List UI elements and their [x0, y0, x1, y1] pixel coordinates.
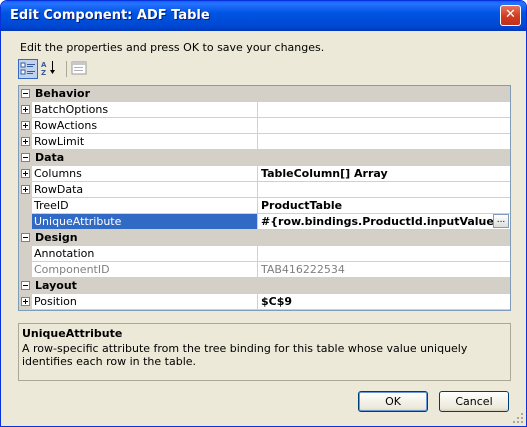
property-name-cell[interactable]: Columns — [32, 166, 258, 182]
property-name: RowActions — [34, 119, 98, 132]
categorized-button[interactable] — [18, 59, 38, 79]
row-gutter — [19, 262, 32, 278]
property-name-cell[interactable]: Annotation — [32, 246, 258, 262]
close-button[interactable]: ✕ — [500, 5, 521, 26]
property-name-cell[interactable]: Position — [32, 294, 258, 310]
expand-icon[interactable] — [21, 121, 30, 130]
property-name-cell[interactable]: UniqueAttribute — [32, 214, 258, 230]
property-row[interactable]: RowData — [19, 182, 510, 198]
category-label: Behavior — [35, 87, 91, 100]
property-name: Annotation — [34, 247, 95, 260]
collapse-icon[interactable] — [21, 233, 30, 242]
expand-icon[interactable] — [21, 137, 30, 146]
collapse-icon[interactable] — [21, 89, 30, 98]
property-value: ProductTable — [261, 199, 343, 212]
alphabetical-button[interactable]: A Z — [40, 59, 60, 79]
sort-alphabetical-icon: A Z — [41, 61, 55, 77]
property-name: UniqueAttribute — [34, 215, 122, 228]
cancel-button[interactable]: Cancel — [439, 391, 509, 412]
collapse-icon[interactable] — [21, 153, 30, 162]
description-panel: UniqueAttribute A row-specific attribute… — [18, 323, 511, 381]
resize-grip-icon[interactable] — [513, 413, 523, 423]
expand-icon[interactable] — [21, 105, 30, 114]
category-row[interactable]: Layout — [19, 278, 510, 294]
edit-component-dialog: Edit Component: ADF Table ✕ Edit the pro… — [0, 0, 527, 427]
property-value-cell: TAB416222534 — [258, 262, 510, 278]
property-name-cell[interactable]: TreeID — [32, 198, 258, 214]
row-gutter — [19, 246, 32, 262]
property-name: RowData — [34, 183, 84, 196]
close-icon: ✕ — [505, 7, 516, 22]
row-gutter — [19, 198, 32, 214]
property-value-cell[interactable] — [258, 102, 510, 118]
row-gutter — [19, 214, 32, 230]
property-value-cell[interactable] — [258, 246, 510, 262]
svg-text:A: A — [41, 61, 47, 69]
property-value-cell[interactable]: #{row.bindings.ProductId.inputValue}... — [258, 214, 510, 230]
property-row[interactable]: RowLimit — [19, 134, 510, 150]
svg-text:Z: Z — [41, 69, 46, 77]
toolbar-separator — [66, 61, 67, 77]
property-name: TreeID — [34, 199, 69, 212]
property-row[interactable]: UniqueAttribute #{row.bindings.ProductId.… — [19, 214, 510, 230]
property-name-cell[interactable]: RowLimit — [32, 134, 258, 150]
property-row[interactable]: Annotation — [19, 246, 510, 262]
description-text: A row-specific attribute from the tree b… — [22, 342, 468, 368]
collapse-icon[interactable] — [21, 281, 30, 290]
ellipsis-button[interactable]: ... — [493, 214, 509, 228]
property-row[interactable]: RowActions — [19, 118, 510, 134]
property-pages-button[interactable] — [70, 59, 90, 79]
expand-icon[interactable] — [21, 169, 30, 178]
property-row[interactable]: TreeID ProductTable — [19, 198, 510, 214]
property-value-cell[interactable]: $C$9 — [258, 294, 510, 310]
property-name: RowLimit — [34, 135, 85, 148]
property-row[interactable]: BatchOptions — [19, 102, 510, 118]
property-value: TableColumn[] Array — [261, 167, 388, 180]
property-value: #{row.bindings.ProductId.inputValue} — [261, 215, 502, 228]
expand-icon[interactable] — [21, 185, 30, 194]
property-name-cell[interactable]: RowActions — [32, 118, 258, 134]
property-pages-icon — [71, 61, 87, 75]
property-name-cell[interactable]: RowData — [32, 182, 258, 198]
title-bar[interactable]: Edit Component: ADF Table ✕ — [1, 1, 526, 31]
property-value: $C$9 — [261, 295, 293, 308]
property-value-cell[interactable]: TableColumn[] Array — [258, 166, 510, 182]
category-row[interactable]: Data — [19, 150, 510, 166]
categorized-icon — [20, 62, 35, 75]
property-value: TAB416222534 — [261, 263, 345, 276]
window-title: Edit Component: ADF Table — [10, 8, 210, 23]
property-name: ComponentID — [34, 263, 110, 276]
property-value-cell[interactable]: ProductTable — [258, 198, 510, 214]
property-row[interactable]: Position $C$9 — [19, 294, 510, 310]
property-name: Position — [34, 295, 77, 308]
property-value-cell[interactable] — [258, 134, 510, 150]
property-value-cell[interactable] — [258, 118, 510, 134]
property-name-cell[interactable]: BatchOptions — [32, 102, 258, 118]
property-row[interactable]: ComponentID TAB416222534 — [19, 262, 510, 278]
ok-button[interactable]: OK — [358, 391, 428, 412]
category-label: Layout — [35, 279, 77, 292]
property-name: BatchOptions — [34, 103, 109, 116]
property-row[interactable]: Columns TableColumn[] Array — [19, 166, 510, 182]
category-label: Data — [35, 151, 65, 164]
property-name: Columns — [34, 167, 82, 180]
property-grid[interactable]: Behavior BatchOptions RowActions RowLimit Da… — [18, 85, 511, 311]
property-value-cell[interactable] — [258, 182, 510, 198]
expand-icon[interactable] — [21, 297, 30, 306]
category-row[interactable]: Design — [19, 230, 510, 246]
category-label: Design — [35, 231, 78, 244]
instructions-text: Edit the properties and press OK to save… — [20, 41, 325, 54]
category-row[interactable]: Behavior — [19, 86, 510, 102]
property-name-cell[interactable]: ComponentID — [32, 262, 258, 278]
description-title: UniqueAttribute — [22, 327, 123, 340]
